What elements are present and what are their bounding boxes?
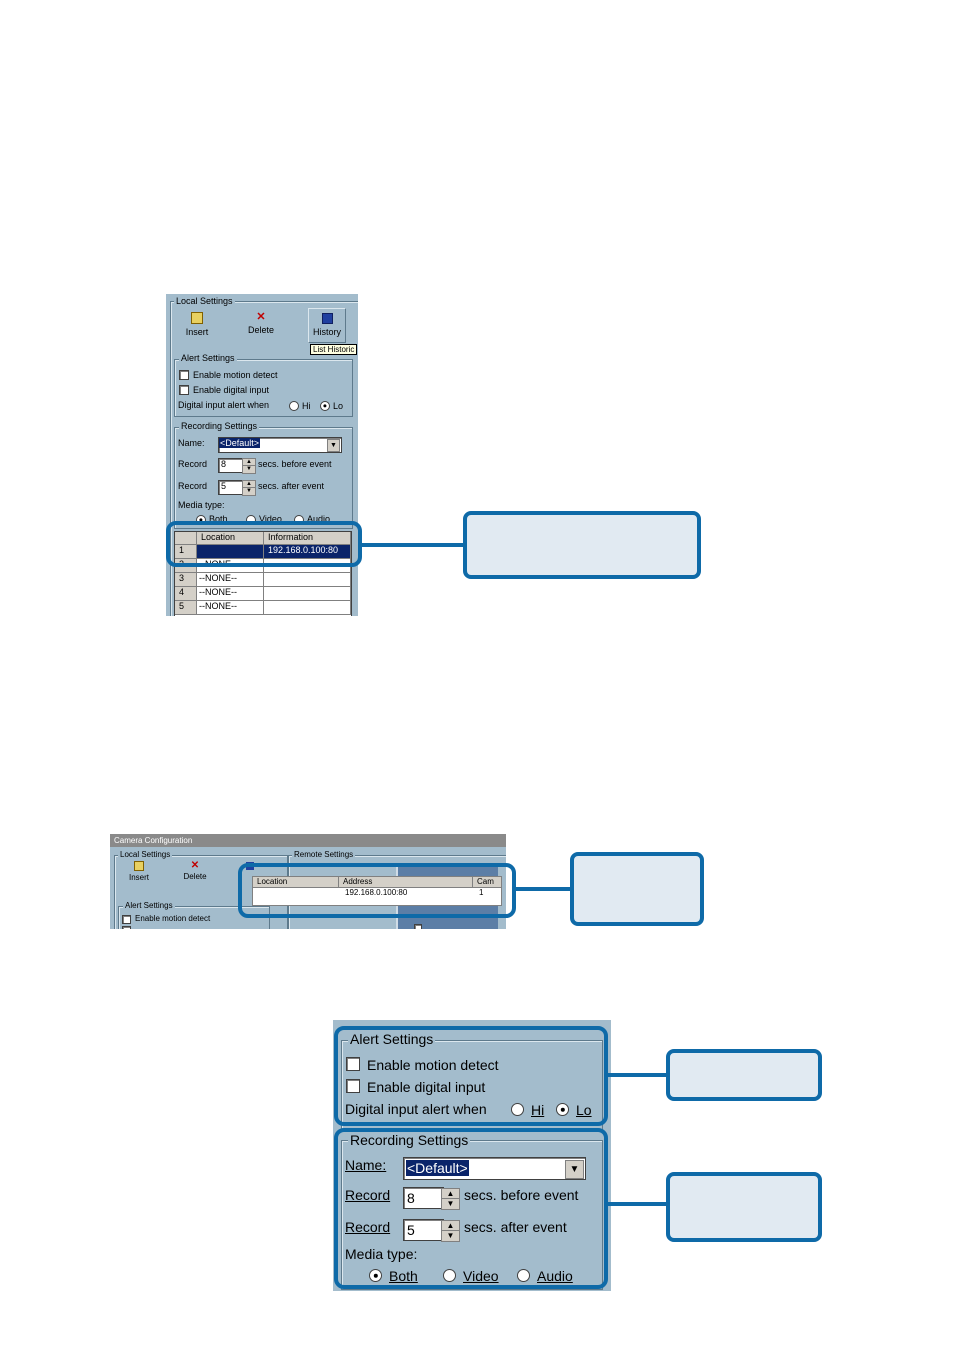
highlight-first-camera-row bbox=[166, 521, 362, 567]
callout-box bbox=[666, 1049, 822, 1101]
insert-button[interactable]: Insert bbox=[182, 312, 212, 340]
delete-label: Delete bbox=[183, 872, 207, 881]
enable-digital-checkbox[interactable] bbox=[122, 926, 131, 929]
record-before-input[interactable]: 8 bbox=[218, 458, 244, 473]
highlight-recording-settings bbox=[334, 1128, 608, 1289]
record-before-spinner[interactable]: ▲ ▼ bbox=[242, 458, 256, 474]
grid-cell-location[interactable]: --NONE-- bbox=[197, 601, 264, 615]
row-number: 5 bbox=[175, 601, 197, 615]
remote-settings-title: Remote Settings bbox=[292, 850, 356, 859]
history-button[interactable]: History bbox=[308, 308, 346, 343]
callout-box bbox=[570, 852, 704, 926]
insert-icon bbox=[134, 861, 144, 871]
secs-after-label: secs. after event bbox=[258, 481, 325, 491]
enable-motion-label: Enable motion detect bbox=[135, 914, 211, 923]
delete-button[interactable]: ✕ Delete bbox=[244, 312, 278, 340]
grid-cell-information[interactable] bbox=[264, 601, 351, 615]
callout-connector-line bbox=[516, 887, 573, 891]
delete-icon: ✕ bbox=[190, 860, 200, 871]
grid-cell-information[interactable] bbox=[264, 587, 351, 601]
history-icon bbox=[321, 313, 333, 324]
local-settings-title: Local Settings bbox=[174, 296, 235, 306]
record-after-input[interactable]: 5 bbox=[218, 480, 244, 495]
digital-alert-when-label: Digital input alert when bbox=[178, 400, 270, 410]
remote-option-checkbox[interactable] bbox=[414, 924, 422, 929]
row-number: 3 bbox=[175, 573, 197, 587]
hi-radio[interactable] bbox=[289, 401, 299, 411]
record-after-label: Record bbox=[178, 481, 208, 491]
callout-box bbox=[666, 1172, 822, 1242]
name-label: Name: bbox=[178, 438, 205, 448]
callout-box bbox=[463, 511, 701, 579]
grid-cell-location[interactable]: --NONE-- bbox=[197, 573, 264, 587]
screenshot-local-settings: Local Settings Insert ✕ Delete History L… bbox=[166, 294, 358, 616]
enable-motion-checkbox[interactable] bbox=[179, 370, 189, 380]
name-dropdown[interactable]: <Default> bbox=[218, 437, 342, 453]
record-before-label: Record bbox=[178, 459, 208, 469]
callout-connector-line bbox=[362, 543, 464, 547]
enable-digital-label: Enable digital input bbox=[193, 385, 270, 395]
lo-label: Lo bbox=[333, 401, 344, 411]
grid-cell-location[interactable]: --NONE-- bbox=[197, 587, 264, 601]
highlight-remote-camera-list bbox=[238, 863, 516, 918]
callout-connector-line bbox=[608, 1073, 670, 1077]
enable-digital-checkbox[interactable] bbox=[179, 385, 189, 395]
name-dropdown-button[interactable]: ▼ bbox=[327, 439, 340, 452]
delete-icon: ✕ bbox=[256, 311, 266, 323]
row-number: 4 bbox=[175, 587, 197, 601]
alert-settings-title: Alert Settings bbox=[179, 353, 237, 363]
history-label: History bbox=[312, 327, 341, 337]
alert-settings-title: Alert Settings bbox=[123, 901, 175, 910]
secs-before-label: secs. before event bbox=[258, 459, 332, 469]
delete-button[interactable]: ✕ Delete bbox=[180, 860, 210, 882]
recording-settings-title: Recording Settings bbox=[179, 421, 260, 431]
grid-cell-information[interactable] bbox=[264, 573, 351, 587]
insert-label: Insert bbox=[185, 327, 209, 337]
window-title-bar: Camera Configuration bbox=[110, 834, 506, 847]
highlight-alert-settings bbox=[334, 1026, 608, 1126]
window-title: Camera Configuration bbox=[114, 836, 193, 845]
delete-label: Delete bbox=[247, 325, 274, 335]
hi-label: Hi bbox=[302, 401, 311, 411]
enable-motion-label: Enable motion detect bbox=[193, 370, 278, 380]
insert-label: Insert bbox=[128, 873, 149, 882]
record-after-spinner[interactable]: ▲ ▼ bbox=[242, 480, 256, 496]
history-tooltip: List Historic bbox=[310, 344, 358, 355]
insert-button[interactable]: Insert bbox=[126, 861, 152, 882]
name-value: <Default> bbox=[219, 438, 261, 448]
lo-radio[interactable] bbox=[320, 401, 330, 411]
insert-icon bbox=[191, 312, 203, 324]
local-settings-title: Local Settings bbox=[118, 850, 173, 859]
media-type-label: Media type: bbox=[178, 500, 225, 510]
callout-connector-line bbox=[608, 1202, 670, 1206]
enable-motion-checkbox[interactable] bbox=[122, 915, 131, 924]
